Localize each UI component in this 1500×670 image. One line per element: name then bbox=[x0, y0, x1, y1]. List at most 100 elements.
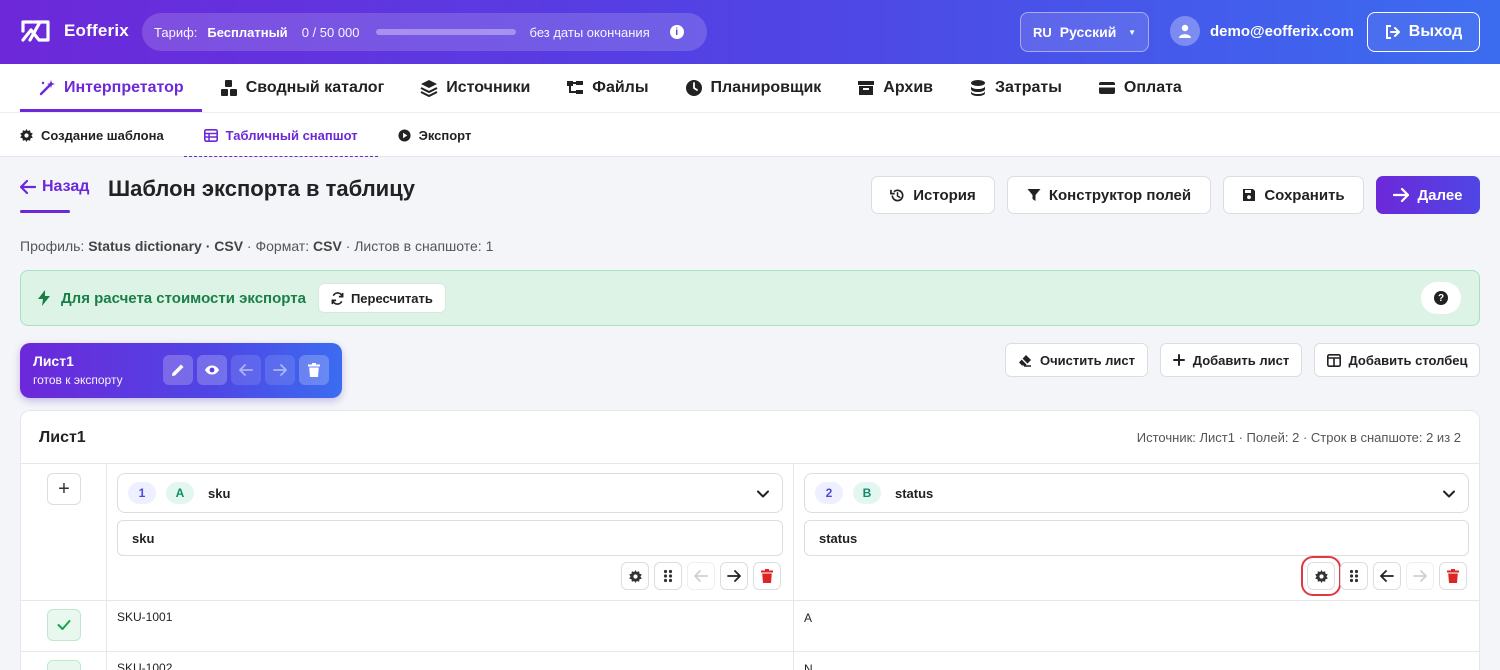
question-icon: ? bbox=[1434, 291, 1448, 305]
plus-icon: + bbox=[58, 477, 70, 500]
column-number-badge: 2 bbox=[815, 482, 843, 504]
floppy-disk-icon bbox=[1243, 189, 1256, 201]
meta-separator: · bbox=[246, 238, 252, 254]
columns-icon bbox=[1326, 353, 1341, 367]
cost-alert: Для расчета стоимости экспорта Пересчита… bbox=[20, 270, 1480, 326]
caret-down-icon: ▼ bbox=[1128, 27, 1136, 37]
column-letter-badge: B bbox=[853, 482, 881, 504]
history-icon bbox=[890, 188, 904, 201]
column-settings-button[interactable] bbox=[1301, 556, 1341, 596]
column-source-select[interactable]: 2 B status bbox=[804, 473, 1469, 513]
delete-sheet-button[interactable] bbox=[299, 355, 329, 385]
move-column-right-button[interactable] bbox=[720, 562, 748, 590]
clear-sheet-button[interactable]: Очистить лист bbox=[1005, 343, 1148, 377]
info-icon[interactable]: i bbox=[669, 25, 684, 39]
grip-icon bbox=[1349, 569, 1359, 583]
field-builder-button[interactable]: Конструктор полей bbox=[1007, 176, 1211, 214]
user-menu[interactable]: demo@eofferix.com bbox=[1170, 16, 1354, 46]
logout-button[interactable]: Выход bbox=[1367, 12, 1480, 52]
plan-usage-bar bbox=[375, 29, 516, 35]
arrow-left-icon bbox=[694, 570, 708, 582]
arrow-left-icon bbox=[20, 180, 36, 194]
back-link[interactable]: Назад bbox=[20, 178, 89, 196]
subtab-table-snapshot[interactable]: Табличный снапшот bbox=[183, 113, 378, 157]
tab-files[interactable]: Файлы bbox=[548, 64, 666, 112]
table-icon bbox=[203, 128, 218, 142]
language-select[interactable]: RU Русский ▼ bbox=[1020, 12, 1149, 52]
grip-icon bbox=[663, 569, 673, 583]
column-source-select[interactable]: 1 A sku bbox=[117, 473, 783, 513]
tab-scheduler[interactable]: Планировщик bbox=[667, 64, 840, 112]
plan-name: Бесплатный bbox=[207, 24, 288, 40]
row-select-checkbox[interactable] bbox=[47, 660, 81, 670]
move-sheet-left-button[interactable] bbox=[231, 355, 261, 385]
arrow-left-icon bbox=[239, 364, 253, 376]
column-drag-handle[interactable] bbox=[1340, 562, 1368, 590]
tab-archive[interactable]: Архив bbox=[839, 64, 951, 112]
column-drag-handle[interactable] bbox=[654, 562, 682, 590]
move-column-left-button[interactable] bbox=[687, 562, 715, 590]
sheet-chip-name: Лист1 bbox=[33, 353, 74, 369]
add-sheet-label: Добавить лист bbox=[1192, 352, 1290, 368]
row-select-checkbox[interactable] bbox=[47, 609, 81, 641]
check-icon bbox=[57, 620, 71, 630]
next-button[interactable]: Далее bbox=[1376, 176, 1480, 214]
history-label: История bbox=[913, 186, 976, 204]
add-column-plus-button[interactable]: + bbox=[47, 473, 81, 505]
subtab-template-creation[interactable]: Создание шаблона bbox=[0, 113, 184, 157]
table-cell: SKU-1002 bbox=[117, 661, 173, 670]
column-header-input[interactable]: sku bbox=[117, 520, 783, 556]
tab-catalog[interactable]: Сводный каталог bbox=[202, 64, 403, 112]
save-button[interactable]: Сохранить bbox=[1223, 176, 1364, 214]
format-label: Формат: bbox=[255, 238, 310, 254]
gear-icon bbox=[20, 128, 33, 142]
add-column-button[interactable]: Добавить столбец bbox=[1314, 343, 1480, 377]
tab-label: Планировщик bbox=[710, 79, 822, 96]
help-button[interactable]: ? bbox=[1421, 282, 1461, 314]
delete-column-button[interactable] bbox=[753, 562, 781, 590]
format-value: CSV bbox=[313, 238, 342, 254]
tab-label: Файлы bbox=[592, 79, 649, 96]
save-label: Сохранить bbox=[1264, 186, 1345, 204]
add-sheet-button[interactable]: Добавить лист bbox=[1160, 343, 1302, 377]
arrow-right-icon bbox=[273, 364, 287, 376]
plan-label: Тариф: bbox=[154, 24, 198, 40]
table-cell: N bbox=[804, 662, 813, 670]
move-column-right-button[interactable] bbox=[1406, 562, 1434, 590]
main-navigation: Интерпретатор Сводный каталог Источники … bbox=[0, 64, 1500, 157]
plan-expiry: без даты окончания bbox=[529, 24, 650, 40]
tab-label: Архив bbox=[883, 79, 933, 96]
plan-usage: 0 / 50 000 bbox=[301, 24, 360, 40]
recalculate-button[interactable]: Пересчитать bbox=[317, 283, 446, 313]
move-column-left-button[interactable] bbox=[1373, 562, 1401, 590]
column-field-name: status bbox=[895, 485, 934, 501]
language-code: RU bbox=[1033, 24, 1052, 40]
tab-interpreter[interactable]: Интерпретатор bbox=[20, 64, 202, 112]
arrow-right-icon bbox=[727, 570, 741, 582]
pencil-icon bbox=[172, 364, 184, 376]
preview-sheet-button[interactable] bbox=[197, 355, 227, 385]
sheet-chip-status: готов к экспорту bbox=[33, 373, 123, 387]
play-circle-icon bbox=[398, 128, 411, 142]
cubes-icon bbox=[220, 80, 237, 96]
column-header-input[interactable]: status bbox=[804, 520, 1469, 556]
history-button[interactable]: История bbox=[871, 176, 995, 214]
field-builder-label: Конструктор полей bbox=[1048, 186, 1192, 204]
arrow-right-icon bbox=[1393, 188, 1410, 202]
template-meta: Профиль: Status dictionary · CSV · Форма… bbox=[20, 238, 493, 254]
subtab-export[interactable]: Экспорт bbox=[378, 113, 492, 157]
main-tabs: Интерпретатор Сводный каталог Источники … bbox=[20, 64, 1200, 112]
profile-value: Status dictionary · CSV bbox=[88, 238, 244, 254]
tab-sources[interactable]: Источники bbox=[402, 64, 548, 112]
column-settings-button[interactable] bbox=[621, 562, 649, 590]
move-sheet-right-button[interactable] bbox=[265, 355, 295, 385]
tab-expenses[interactable]: Затраты bbox=[951, 64, 1080, 112]
rename-sheet-button[interactable] bbox=[163, 355, 193, 385]
logo[interactable]: Eofferix bbox=[20, 18, 129, 44]
eye-icon bbox=[205, 365, 219, 375]
subtab-label: Экспорт bbox=[418, 127, 472, 143]
tab-payment[interactable]: Оплата bbox=[1080, 64, 1200, 112]
table-cell: SKU-1001 bbox=[117, 610, 173, 624]
sheet-chip-active[interactable]: Лист1 готов к экспорту bbox=[20, 343, 342, 398]
delete-column-button[interactable] bbox=[1439, 562, 1467, 590]
